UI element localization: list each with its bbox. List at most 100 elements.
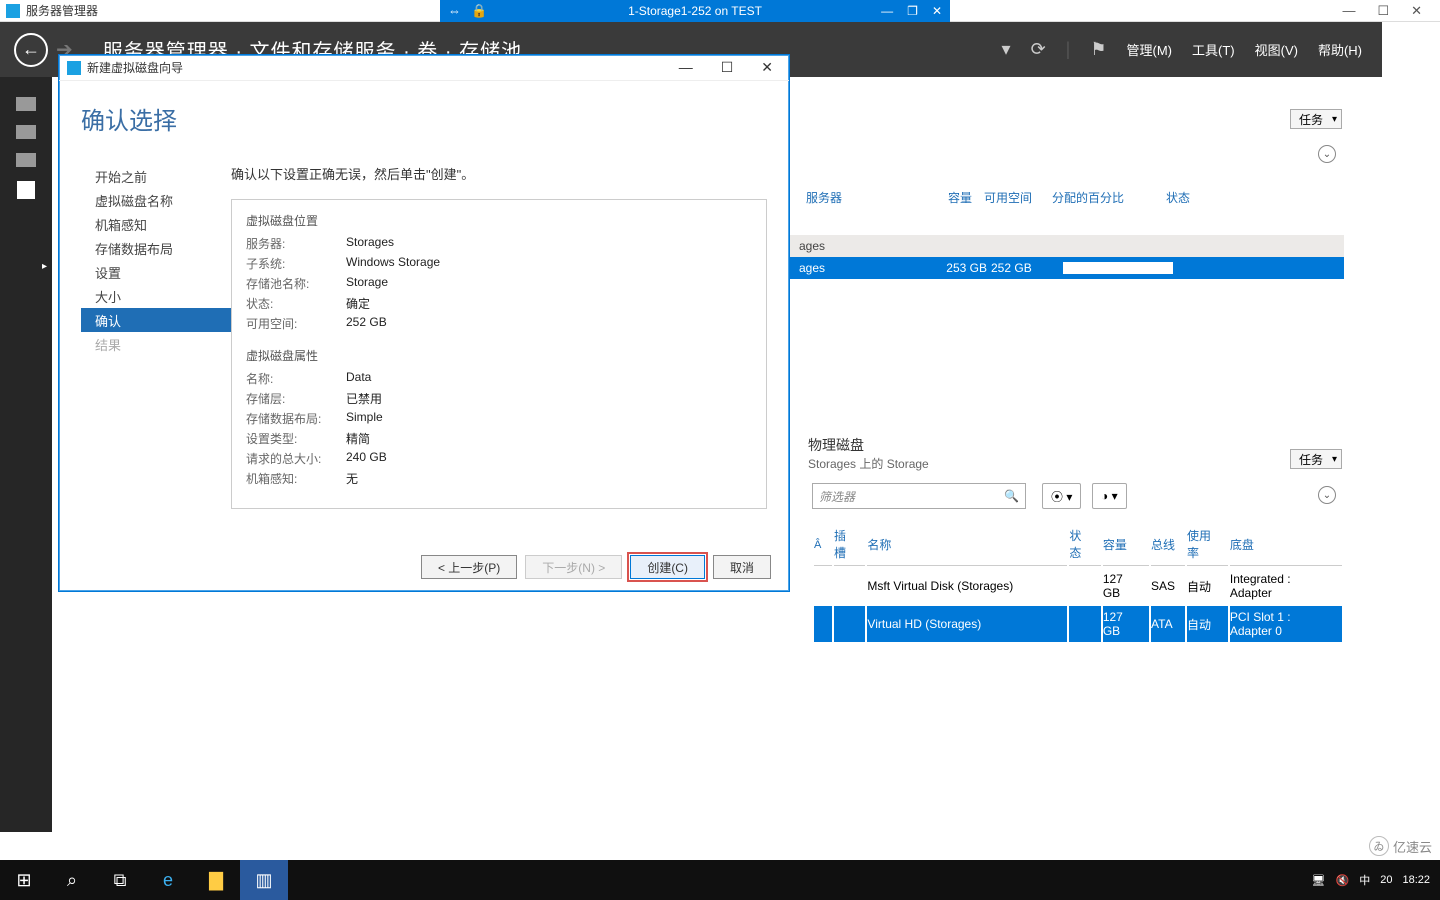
rail-item-servers[interactable]	[16, 97, 36, 111]
tray-time[interactable]: 18:22	[1402, 874, 1430, 886]
wizard-page-title: 确认选择	[59, 81, 789, 146]
val-subsystem: Windows Storage	[346, 255, 440, 272]
window-minimize-icon[interactable]: —	[1342, 3, 1355, 19]
col-usage[interactable]: 使用率	[1187, 523, 1228, 566]
wizard-content: 确认以下设置正确无误，然后单击"创建"。 虚拟磁盘位置 服务器:Storages…	[231, 164, 789, 526]
server-manager-taskbar-icon[interactable]: ▥	[240, 860, 288, 900]
back-button[interactable]: ←	[14, 33, 48, 67]
pool-name: ages	[799, 261, 929, 275]
group-dropdown[interactable]: ⦿ ▾	[1042, 483, 1081, 509]
val-layout: Simple	[346, 410, 383, 427]
val-aware: 无	[346, 470, 358, 487]
filter-input[interactable]: 筛选器 🔍	[812, 483, 1026, 509]
wizard-minimize-icon[interactable]: —	[679, 59, 693, 76]
vm-close-icon[interactable]: ✕	[932, 4, 942, 18]
col-disk-capacity[interactable]: 容量	[1103, 523, 1149, 566]
flag-icon[interactable]: ⚑	[1090, 39, 1106, 60]
tray-monitor-icon[interactable]: 🖥	[1312, 874, 1326, 887]
pool-group-row: ages	[787, 235, 1344, 257]
wizard-icon	[67, 61, 81, 75]
disk-row[interactable]: Msft Virtual Disk (Storages) 127 GB SAS …	[814, 568, 1342, 604]
app-title: 服务器管理器	[26, 2, 98, 19]
search-button[interactable]: ⌕	[48, 860, 96, 900]
step-confirm[interactable]: 确认	[81, 308, 231, 332]
refresh-dropdown-icon[interactable]: ▾	[1002, 39, 1011, 60]
watermark: ゐ 亿速云	[1369, 836, 1432, 856]
menu-help[interactable]: 帮助(H)	[1318, 40, 1362, 59]
col-status[interactable]: 状态	[1166, 189, 1190, 206]
col-server[interactable]: 服务器	[806, 189, 842, 206]
start-button[interactable]: ⊞	[0, 860, 48, 900]
search-icon[interactable]: 🔍	[1004, 489, 1019, 503]
filter-placeholder: 筛选器	[819, 488, 855, 505]
val-free: 252 GB	[346, 315, 387, 332]
disks-collapse-icon[interactable]: ⌄	[1318, 486, 1336, 504]
pin-icon[interactable]: ⇔	[448, 3, 461, 19]
task-view-button[interactable]: ⧉	[96, 860, 144, 900]
val-provision: 精简	[346, 430, 370, 447]
rail-item-disks[interactable]	[16, 153, 36, 167]
val-name: Data	[346, 370, 371, 387]
col-disk-status[interactable]: 状态	[1069, 523, 1100, 566]
tray-ime[interactable]: 中	[1359, 872, 1370, 888]
section-location: 虚拟磁盘位置	[246, 212, 752, 229]
view-dropdown[interactable]: ◑ ▾	[1092, 483, 1127, 509]
disk-row-selected[interactable]: Virtual HD (Storages) 127 GB ATA 自动 PCI …	[814, 606, 1342, 642]
col-free[interactable]: 可用空间	[984, 189, 1032, 206]
previous-button[interactable]: < 上一步(P)	[421, 555, 517, 579]
cancel-button[interactable]: 取消	[713, 555, 771, 579]
wizard-steps: 开始之前 虚拟磁盘名称 机箱感知 存储数据布局 设置 大小 确认 结果	[81, 164, 231, 526]
wizard-summary-box: 虚拟磁盘位置 服务器:Storages 子系统:Windows Storage …	[231, 199, 767, 509]
create-button[interactable]: 创建(C)	[630, 555, 705, 579]
physical-disks-subtitle: Storages 上的 Storage	[808, 455, 929, 472]
tasks-dropdown-pools[interactable]: 任务	[1290, 109, 1342, 129]
section-properties: 虚拟磁盘属性	[246, 347, 752, 364]
rail-item-volumes[interactable]	[16, 125, 36, 139]
vm-title-text: 1-Storage1-252 on TEST	[628, 4, 762, 18]
val-status: 确定	[346, 295, 370, 312]
ie-icon[interactable]: e	[144, 860, 192, 900]
step-results: 结果	[81, 332, 231, 356]
tasks-dropdown-disks[interactable]: 任务	[1290, 449, 1342, 469]
lock-icon[interactable]: 🔒	[471, 3, 487, 19]
vm-restore-icon[interactable]: ❐	[907, 4, 918, 18]
pool-row-selected[interactable]: ages 253 GB 252 GB	[787, 257, 1344, 279]
collapse-icon[interactable]: ⌄	[1318, 145, 1336, 163]
rail-expand-icon[interactable]: ▸	[42, 261, 47, 272]
vm-minimize-icon[interactable]: —	[881, 4, 893, 18]
wizard-close-icon[interactable]: ✕	[761, 59, 773, 76]
window-maximize-icon[interactable]: ☐	[1377, 3, 1389, 19]
col-chassis[interactable]: 底盘	[1230, 523, 1342, 566]
new-virtual-disk-wizard: 新建虚拟磁盘向导 — ☐ ✕ 确认选择 开始之前 虚拟磁盘名称 机箱感知 存储数…	[58, 54, 790, 592]
col-capacity[interactable]: 容量	[948, 189, 972, 206]
watermark-icon: ゐ	[1369, 836, 1389, 856]
step-size[interactable]: 大小	[81, 284, 231, 308]
col-slot[interactable]: 插槽	[834, 523, 865, 566]
menu-manage[interactable]: 管理(M)	[1127, 40, 1173, 59]
nav-rail: ▸	[0, 77, 52, 832]
step-enclosure[interactable]: 机箱感知	[81, 212, 231, 236]
taskbar: ⊞ ⌕ ⧉ e ▇ ▥ 🖥 🔇 中 20 18:22	[0, 860, 1440, 900]
step-layout[interactable]: 存储数据布局	[81, 236, 231, 260]
pool-free: 252 GB	[991, 261, 1049, 275]
step-provision[interactable]: 设置	[81, 260, 231, 284]
sort-icon[interactable]: Â	[814, 539, 821, 551]
col-alloc[interactable]: 分配的百分比	[1052, 189, 1124, 206]
wizard-window-title: 新建虚拟磁盘向导	[87, 59, 183, 76]
step-before[interactable]: 开始之前	[81, 164, 231, 188]
physical-disks-title: 物理磁盘	[808, 435, 864, 455]
val-size: 240 GB	[346, 450, 387, 467]
refresh-icon[interactable]: ⟳	[1031, 39, 1046, 60]
step-name[interactable]: 虚拟磁盘名称	[81, 188, 231, 212]
col-bus[interactable]: 总线	[1151, 523, 1185, 566]
col-disk-name[interactable]: 名称	[867, 523, 1067, 566]
menu-view[interactable]: 视图(V)	[1255, 40, 1298, 59]
file-explorer-icon[interactable]: ▇	[192, 860, 240, 900]
tray-volume-icon[interactable]: 🔇	[1336, 874, 1350, 887]
separator: |	[1066, 39, 1071, 60]
wizard-intro: 确认以下设置正确无误，然后单击"创建"。	[231, 164, 767, 183]
wizard-maximize-icon[interactable]: ☐	[721, 59, 734, 76]
window-close-icon[interactable]: ✕	[1411, 3, 1422, 19]
menu-tools[interactable]: 工具(T)	[1192, 40, 1235, 59]
rail-item-storage-pools[interactable]	[17, 181, 35, 199]
